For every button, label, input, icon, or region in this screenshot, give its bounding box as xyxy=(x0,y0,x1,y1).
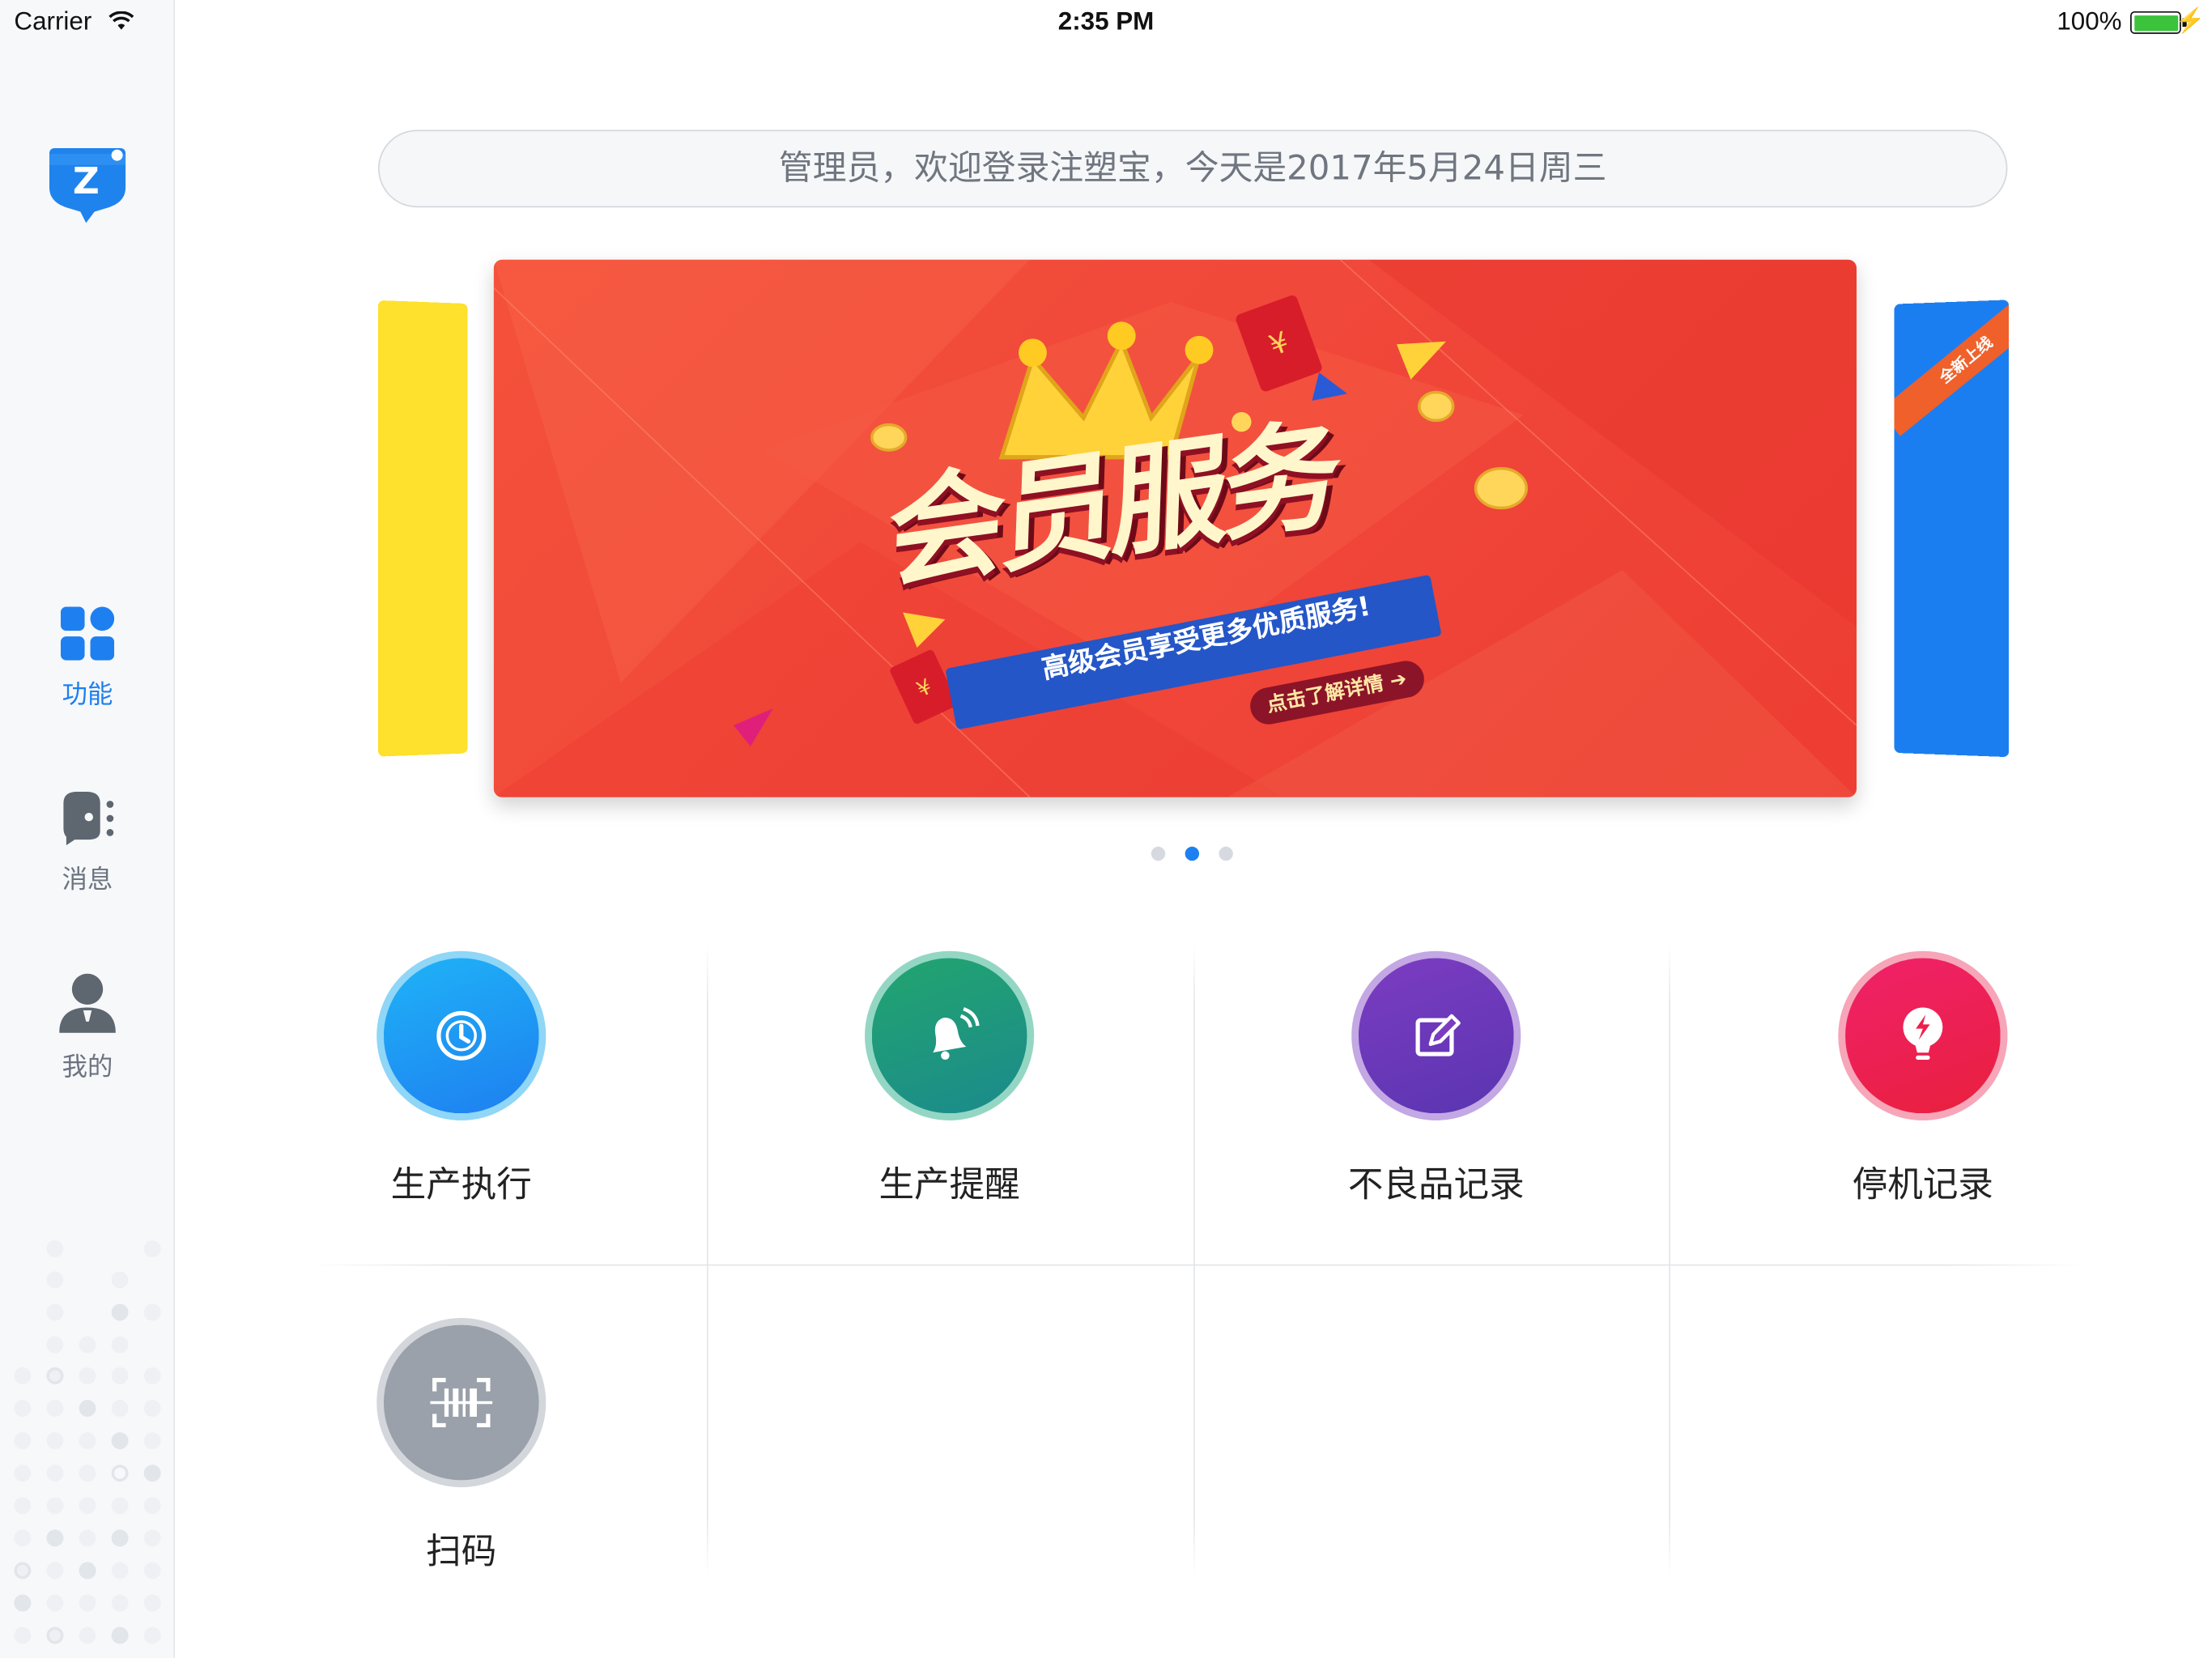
function-label: 扫码 xyxy=(426,1531,497,1572)
bell-icon xyxy=(865,950,1035,1120)
sidebar-item-label: 消息 xyxy=(62,865,113,895)
sidebar-item-functions[interactable]: 功能 xyxy=(0,606,173,711)
page-dot-1[interactable] xyxy=(1151,846,1166,861)
app-screen: Carrier 2:35 PM 100% ⚡ Z 功能 消息 我的 管理员，欢迎… xyxy=(0,0,2212,1658)
bulb-bolt-icon xyxy=(1838,950,2008,1120)
function-production-reminder[interactable]: 生产提醒 xyxy=(705,950,1193,1208)
status-bar: Carrier 2:35 PM 100% ⚡ xyxy=(0,0,2212,45)
barcode-scan-icon xyxy=(376,1317,547,1488)
logo-letter: Z xyxy=(73,159,100,202)
person-icon xyxy=(0,973,173,1039)
sidebar-item-messages[interactable]: 消息 xyxy=(0,791,173,896)
carousel-page-indicator[interactable] xyxy=(1151,840,1253,866)
sidebar-item-label: 功能 xyxy=(62,680,113,710)
apps-grid-icon xyxy=(0,606,173,665)
function-label: 不良品记录 xyxy=(1347,1163,1525,1205)
page-dot-3[interactable] xyxy=(1219,846,1233,861)
function-label: 停机记录 xyxy=(1852,1163,1994,1205)
decorative-dot-pattern xyxy=(14,1240,161,1644)
new-launch-ribbon: 全新上线 xyxy=(1894,300,2010,436)
arrow-circle-icon: ➔ xyxy=(1388,668,1409,694)
sidebar-item-profile[interactable]: 我的 xyxy=(0,973,173,1084)
banner-next-slide[interactable]: 全新上线 xyxy=(1894,300,2010,758)
banner-slide-membership[interactable]: ¥ ¥ 会员服务 高级会员享受更多优质服务! 点击了解详情 ➔ xyxy=(493,259,1857,797)
function-defect-record[interactable]: 不良品记录 xyxy=(1192,950,1680,1208)
edit-icon xyxy=(1351,950,1521,1120)
sidebar-item-label: 我的 xyxy=(62,1052,113,1082)
function-label: 生产提醒 xyxy=(878,1163,1020,1205)
welcome-message: 管理员，欢迎登录注塑宝，今天是2017年5月24日周三 xyxy=(377,130,2008,208)
sidebar: Z 功能 消息 我的 xyxy=(0,0,176,1658)
battery-percent: 100% xyxy=(2057,6,2122,36)
page-dot-2-current[interactable] xyxy=(1185,846,1200,861)
battery-icon xyxy=(2130,11,2181,34)
banner-prev-slide[interactable] xyxy=(378,300,468,757)
message-speaker-icon xyxy=(0,791,173,851)
function-scan-code[interactable]: 扫码 xyxy=(217,1317,705,1575)
function-downtime-record[interactable]: 停机记录 xyxy=(1678,950,2167,1208)
charging-bolt-icon: ⚡ xyxy=(2175,6,2206,34)
clock-time: 2:35 PM xyxy=(1057,6,1155,36)
app-logo-icon[interactable]: Z xyxy=(44,146,131,233)
clock-icon xyxy=(376,950,547,1120)
function-label: 生产执行 xyxy=(390,1163,532,1205)
function-production-execution[interactable]: 生产执行 xyxy=(217,950,705,1208)
